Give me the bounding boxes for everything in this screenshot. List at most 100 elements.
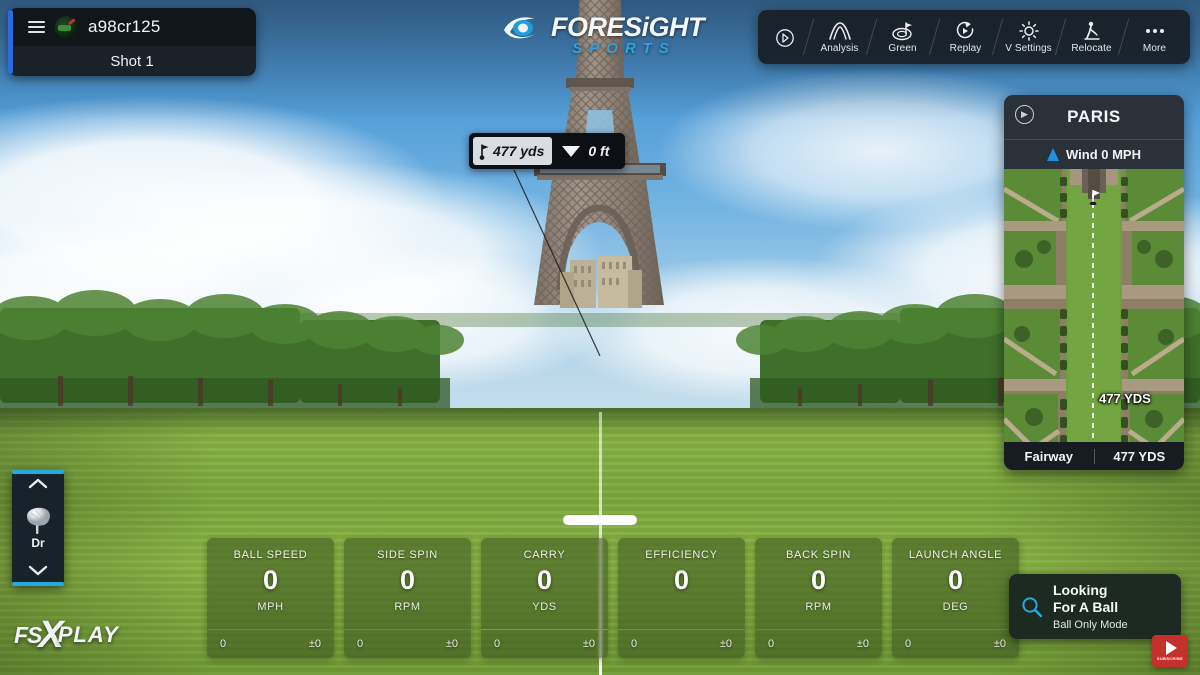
player-card[interactable]: a98cr125 Shot 1	[8, 8, 256, 76]
triangle-down-icon	[562, 145, 581, 157]
stat-unit: DEG	[942, 601, 969, 613]
target-line	[1092, 193, 1094, 470]
toolbar-label: Replay	[949, 43, 982, 54]
stat-card-side-spin[interactable]: SIDE SPIN 0 RPM 0 ±0	[344, 538, 471, 658]
stat-foot-left: 0	[357, 638, 364, 650]
toolbar-label: More	[1142, 43, 1167, 54]
magnifier-icon	[1022, 596, 1043, 617]
fsx-right: PLAY	[57, 622, 119, 648]
stat-card-launch-angle[interactable]: LAUNCH ANGLE 0 DEG 0 ±0	[892, 538, 1019, 658]
stat-foot-left: 0	[631, 638, 638, 650]
club-label: Dr	[31, 536, 45, 550]
stat-footer: 0 ±0	[892, 630, 1019, 658]
ball-status-line1: Looking	[1053, 582, 1108, 599]
toolbar-label: Green	[888, 43, 917, 54]
subscribe-label: SUBSCRIBE	[1156, 656, 1184, 661]
stat-foot-right: ±0	[582, 638, 595, 650]
stat-footer: 0 ±0	[481, 630, 608, 658]
toolbar-relocate-button[interactable]: Relocate	[1060, 10, 1123, 64]
stat-foot-right: ±0	[856, 638, 869, 650]
sun-settings-icon	[1018, 20, 1040, 41]
minimap-aerial[interactable]: 477 YDS Fairway 477 YDS	[1004, 169, 1184, 470]
player-name: a98cr125	[88, 17, 161, 36]
minimap-footer: Fairway 477 YDS	[1004, 442, 1184, 470]
minimap-expand-icon[interactable]: ▶	[1015, 105, 1034, 124]
distance-marker[interactable]: 477 yds 0 ft	[469, 133, 626, 169]
stat-card-efficiency[interactable]: EFFICIENCY 0 0 ±0	[618, 538, 745, 658]
player-header: a98cr125	[8, 8, 256, 46]
stat-label: CARRY	[523, 549, 566, 561]
wind-arrow-icon	[1047, 148, 1059, 161]
golf-simulator-screen: a98cr125 Shot 1 FORESiGHT SPORTS Analysi…	[0, 0, 1200, 675]
stat-value: 0	[399, 565, 416, 595]
fsx-play-logo: FS X PLAY	[14, 616, 119, 654]
top-toolbar: Analysis Green Replay V Settings Relocat…	[758, 10, 1190, 64]
toolbar-vsettings-button[interactable]: V Settings	[997, 10, 1060, 64]
stat-unit: MPH	[257, 601, 284, 613]
stat-value: 0	[810, 565, 827, 595]
minimap-distance-overlay: 477 YDS	[1099, 391, 1151, 406]
toolbar-label: Relocate	[1071, 43, 1112, 54]
toolbar-replay-button[interactable]: Replay	[934, 10, 997, 64]
stat-foot-left: 0	[220, 638, 227, 650]
hole-distance: 477 YDS	[1113, 448, 1166, 464]
stat-footer: 0 ±0	[207, 630, 334, 658]
pin-flag-icon	[479, 143, 489, 160]
toolbar-analysis-button[interactable]: Analysis	[808, 10, 871, 64]
ball-status-panel[interactable]: Looking For A Ball Ball Only Mode	[1009, 574, 1181, 639]
hamburger-icon[interactable]	[28, 21, 45, 33]
stat-footer: 0 ±0	[344, 630, 471, 658]
stat-card-ball-speed[interactable]: BALL SPEED 0 MPH 0 ±0	[207, 538, 334, 658]
stat-foot-left: 0	[905, 638, 912, 650]
green-flag-icon	[891, 20, 915, 41]
club-selector[interactable]: Dr	[12, 470, 64, 586]
stat-unit: YDS	[532, 601, 557, 613]
distance-pill: 477 yds	[473, 137, 553, 165]
ball-status-line2: For A Ball	[1053, 599, 1119, 615]
stat-unit: RPM	[805, 601, 832, 613]
ball-status-text: Looking For A Ball Ball Only Mode	[1053, 582, 1128, 630]
toolbar-more-button[interactable]: More	[1123, 10, 1186, 64]
stat-foot-left: 0	[768, 638, 775, 650]
pin-flag-icon	[1089, 190, 1100, 205]
wind-readout: Wind 0 MPH	[1004, 139, 1184, 169]
stat-footer: 0 ±0	[618, 630, 745, 658]
toolbar-green-button[interactable]: Green	[871, 10, 934, 64]
toolbar-label: V Settings	[1005, 43, 1052, 54]
distance-value: 477 yds	[493, 143, 545, 159]
stat-value: 0	[947, 565, 964, 595]
minimap-header: ▶ PARIS	[1004, 95, 1184, 139]
stat-card-back-spin[interactable]: BACK SPIN 0 RPM 0 ±0	[755, 538, 882, 658]
club-display: Dr	[23, 507, 53, 550]
stat-foot-right: ±0	[993, 638, 1006, 650]
youtube-play-icon[interactable]: SUBSCRIBE	[1152, 635, 1188, 667]
stat-foot-right: ±0	[308, 638, 321, 650]
shot-label: Shot 1	[8, 46, 256, 76]
chevron-up-icon[interactable]	[28, 477, 48, 493]
elevation-readout: 0 ft	[552, 143, 621, 159]
player-accent-bar	[8, 10, 13, 74]
lie-label: Fairway	[1024, 448, 1073, 464]
stat-footer: 0 ±0	[755, 630, 882, 658]
stat-label: LAUNCH ANGLE	[908, 549, 1003, 561]
stat-label: BALL SPEED	[233, 549, 308, 561]
stat-label: BACK SPIN	[786, 549, 851, 561]
play-triangle-icon	[1166, 641, 1177, 655]
stat-label: EFFICIENCY	[645, 549, 718, 561]
marker-leader-line	[513, 169, 601, 357]
more-dots-icon	[1145, 20, 1164, 41]
minimap-panel[interactable]: ▶ PARIS Wind 0 MPH 477 YDS Fairway 477 Y…	[1004, 95, 1184, 470]
tee-marker	[563, 515, 637, 525]
minimap-graphics	[1004, 169, 1184, 470]
stat-label: SIDE SPIN	[377, 549, 438, 561]
stat-value: 0	[262, 565, 279, 595]
replay-icon	[955, 20, 976, 41]
shot-stats: BALL SPEED 0 MPH 0 ±0 SIDE SPIN 0 RPM 0 …	[207, 538, 1019, 658]
stat-card-carry[interactable]: CARRY 0 YDS 0 ±0	[481, 538, 608, 658]
toolbar-expand-button[interactable]	[762, 10, 808, 64]
analysis-arc-icon	[828, 20, 852, 41]
stat-unit: RPM	[394, 601, 421, 613]
wind-value: Wind 0 MPH	[1066, 147, 1141, 162]
player-avatar	[55, 15, 78, 39]
chevron-down-icon[interactable]	[28, 564, 48, 580]
